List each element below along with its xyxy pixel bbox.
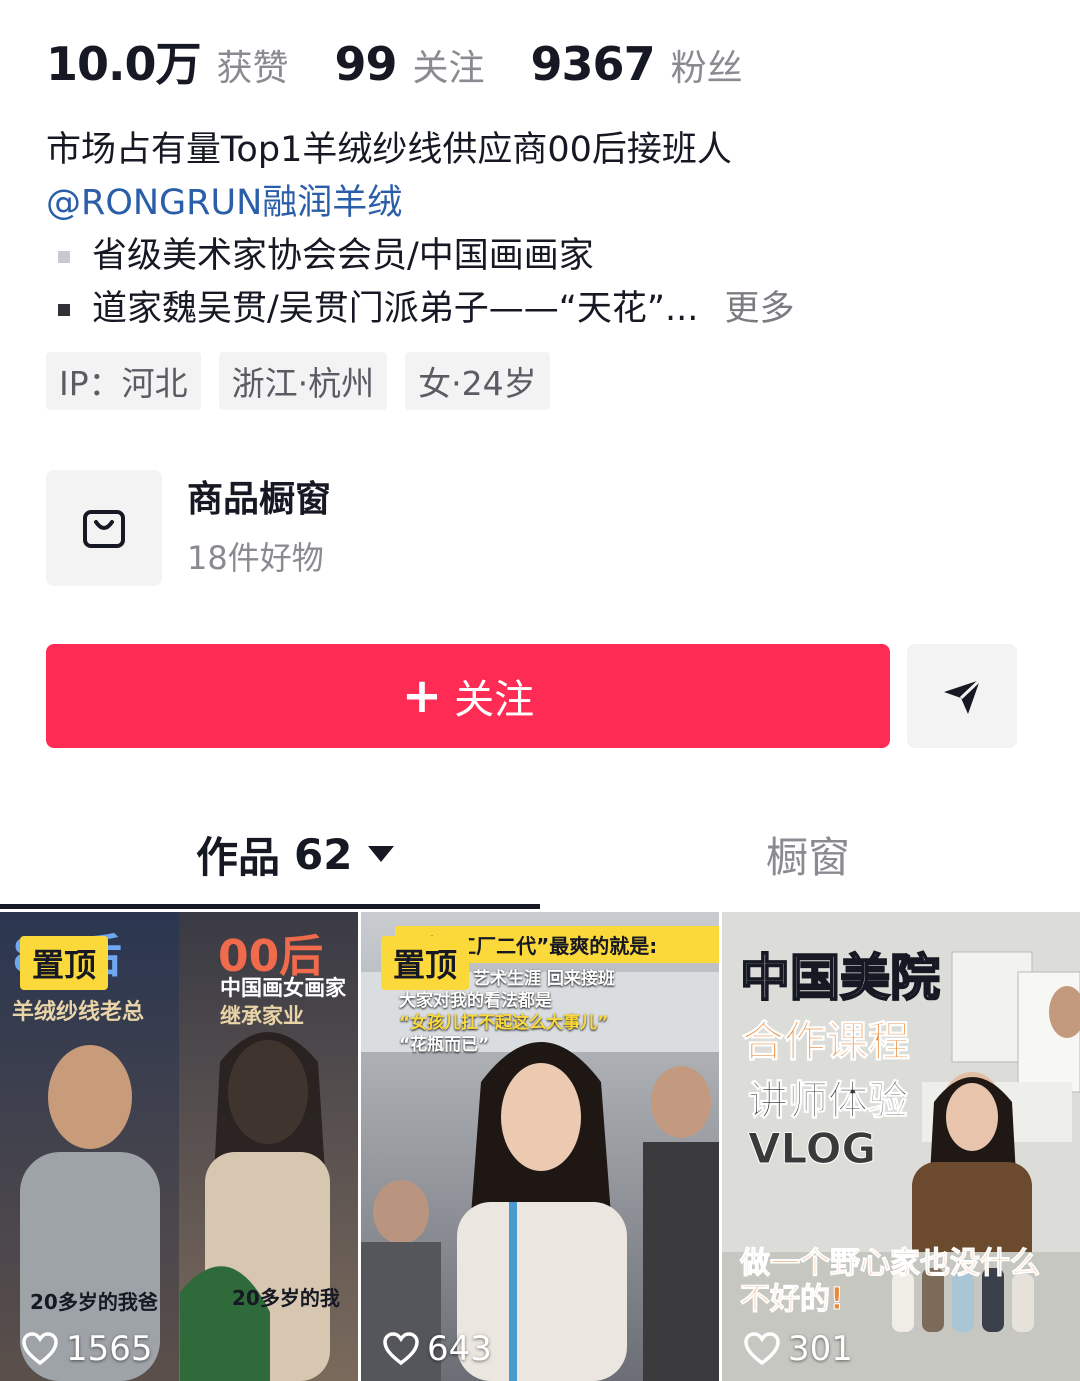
heart-icon [744,1332,780,1366]
bio-more-link[interactable]: 更多 [724,283,794,336]
tab-window[interactable]: 橱窗 [766,800,850,908]
video-likes: 643 [383,1329,492,1369]
following-label: 关注 [412,48,485,89]
bullet-square-icon [58,303,70,316]
video-thumbnail[interactable]: 作为“工厂二代”最爽的就是: 艺术生涯 回来接班 大家对我的看法都是 “女孩儿扛… [361,912,719,1381]
follow-button-label: 关注 [454,677,535,723]
video-likes-count: 643 [427,1329,492,1369]
product-showcase-entry[interactable]: 商品橱窗 18件好物 [46,470,331,586]
likes-label: 获赞 [216,48,289,89]
bio-line: 市场占有量Top1羊绒纱线供应商00后接班人 [46,130,732,170]
pinned-badge: 置顶 [20,936,109,990]
followers-stat[interactable]: 9367 粉丝 [531,37,743,91]
following-stat[interactable]: 99 关注 [335,37,485,91]
tab-window-label: 橱窗 [766,832,851,882]
showcase-subtitle: 18件好物 [187,539,324,577]
following-count: 99 [334,37,398,91]
cover-title: 中国美院 [739,948,941,1008]
likes-stat[interactable]: 10.0万 获赞 [46,28,289,94]
video-likes-count: 301 [788,1329,853,1369]
cover-title: VLOG [748,1124,877,1174]
shopping-bag-icon [83,510,125,548]
showcase-text: 商品橱窗 18件好物 [187,470,331,586]
city-tag[interactable]: 浙江·杭州 [218,352,388,410]
cover-caption-right: 20多岁的我 [232,1286,340,1310]
cover-subtitle-right: 继承家业 [220,1004,304,1028]
profile-stats: 10.0万 获赞 99 关注 9367 粉丝 [46,28,789,91]
plus-icon: + [401,668,443,724]
cover-title: 讲师体验 [748,1078,909,1125]
showcase-icon-box [46,470,162,586]
video-grid: 80后 羊绒纱线老总 00后 中国画女画家 继承家业 20多岁的我爸 20多岁的… [0,912,1080,1381]
cover-caption-left: 20多岁的我爸 [30,1290,158,1314]
video-thumbnail[interactable]: 中国美院 合作课程 讲师体验 VLOG 做一个野心家也没什么 不好的! 301 [722,912,1080,1381]
bio-bullet: 道家魏吴贯/吴贯门派弟子——“天花”... 更多 [46,283,1046,336]
video-likes: 1565 [22,1329,153,1369]
caret-down-icon[interactable] [368,846,395,862]
pinned-badge: 置顶 [381,936,470,990]
followers-label: 粉丝 [670,48,743,89]
cover-subtitle-right: 中国画女画家 [220,976,346,1000]
profile-tabs: 作品 62 橱窗 [0,800,1080,910]
cover-title: 合作课程 [741,1017,911,1067]
tab-works[interactable]: 作品 62 [196,800,395,908]
cover-caption: 不好的! [740,1282,845,1318]
video-likes-count: 1565 [66,1329,153,1369]
share-button[interactable] [907,644,1017,748]
video-likes: 301 [744,1329,853,1369]
profile-bio: 市场占有量Top1羊绒纱线供应商00后接班人 @RONGRUN融润羊绒 省级美术… [46,124,1046,336]
cover-subtitle-left: 羊绒纱线老总 [12,1000,145,1025]
video-thumbnail[interactable]: 80后 羊绒纱线老总 00后 中国画女画家 继承家业 20多岁的我爸 20多岁的… [0,912,358,1381]
heart-icon [383,1332,419,1366]
bio-bullet-text: 省级美术家协会会员/中国画画家 [92,236,594,276]
tab-works-label: 作品 [196,832,281,882]
cover-line: “花瓶而已” [399,1035,490,1055]
send-icon [944,678,982,714]
gender-age-tag: 女·24岁 [405,352,550,410]
follow-button[interactable]: + 关注 [46,644,890,748]
bio-mention-link[interactable]: @RONGRUN融润羊绒 [46,177,1046,230]
active-tab-indicator [0,904,540,909]
bullet-square-icon [58,250,70,263]
bio-bullet: 省级美术家协会会员/中国画画家 [46,230,1046,283]
bio-bullet-text: 道家魏吴贯/吴贯门派弟子——“天花”... [92,289,699,329]
followers-count: 9367 [530,37,656,91]
heart-icon [22,1332,58,1366]
profile-tags: IP：河北 浙江·杭州 女·24岁 [46,352,568,410]
likes-count: 10.0万 [46,37,201,91]
tab-works-count: 62 [294,829,353,879]
showcase-title: 商品橱窗 [187,479,332,520]
ip-location-tag: IP：河北 [46,352,201,410]
